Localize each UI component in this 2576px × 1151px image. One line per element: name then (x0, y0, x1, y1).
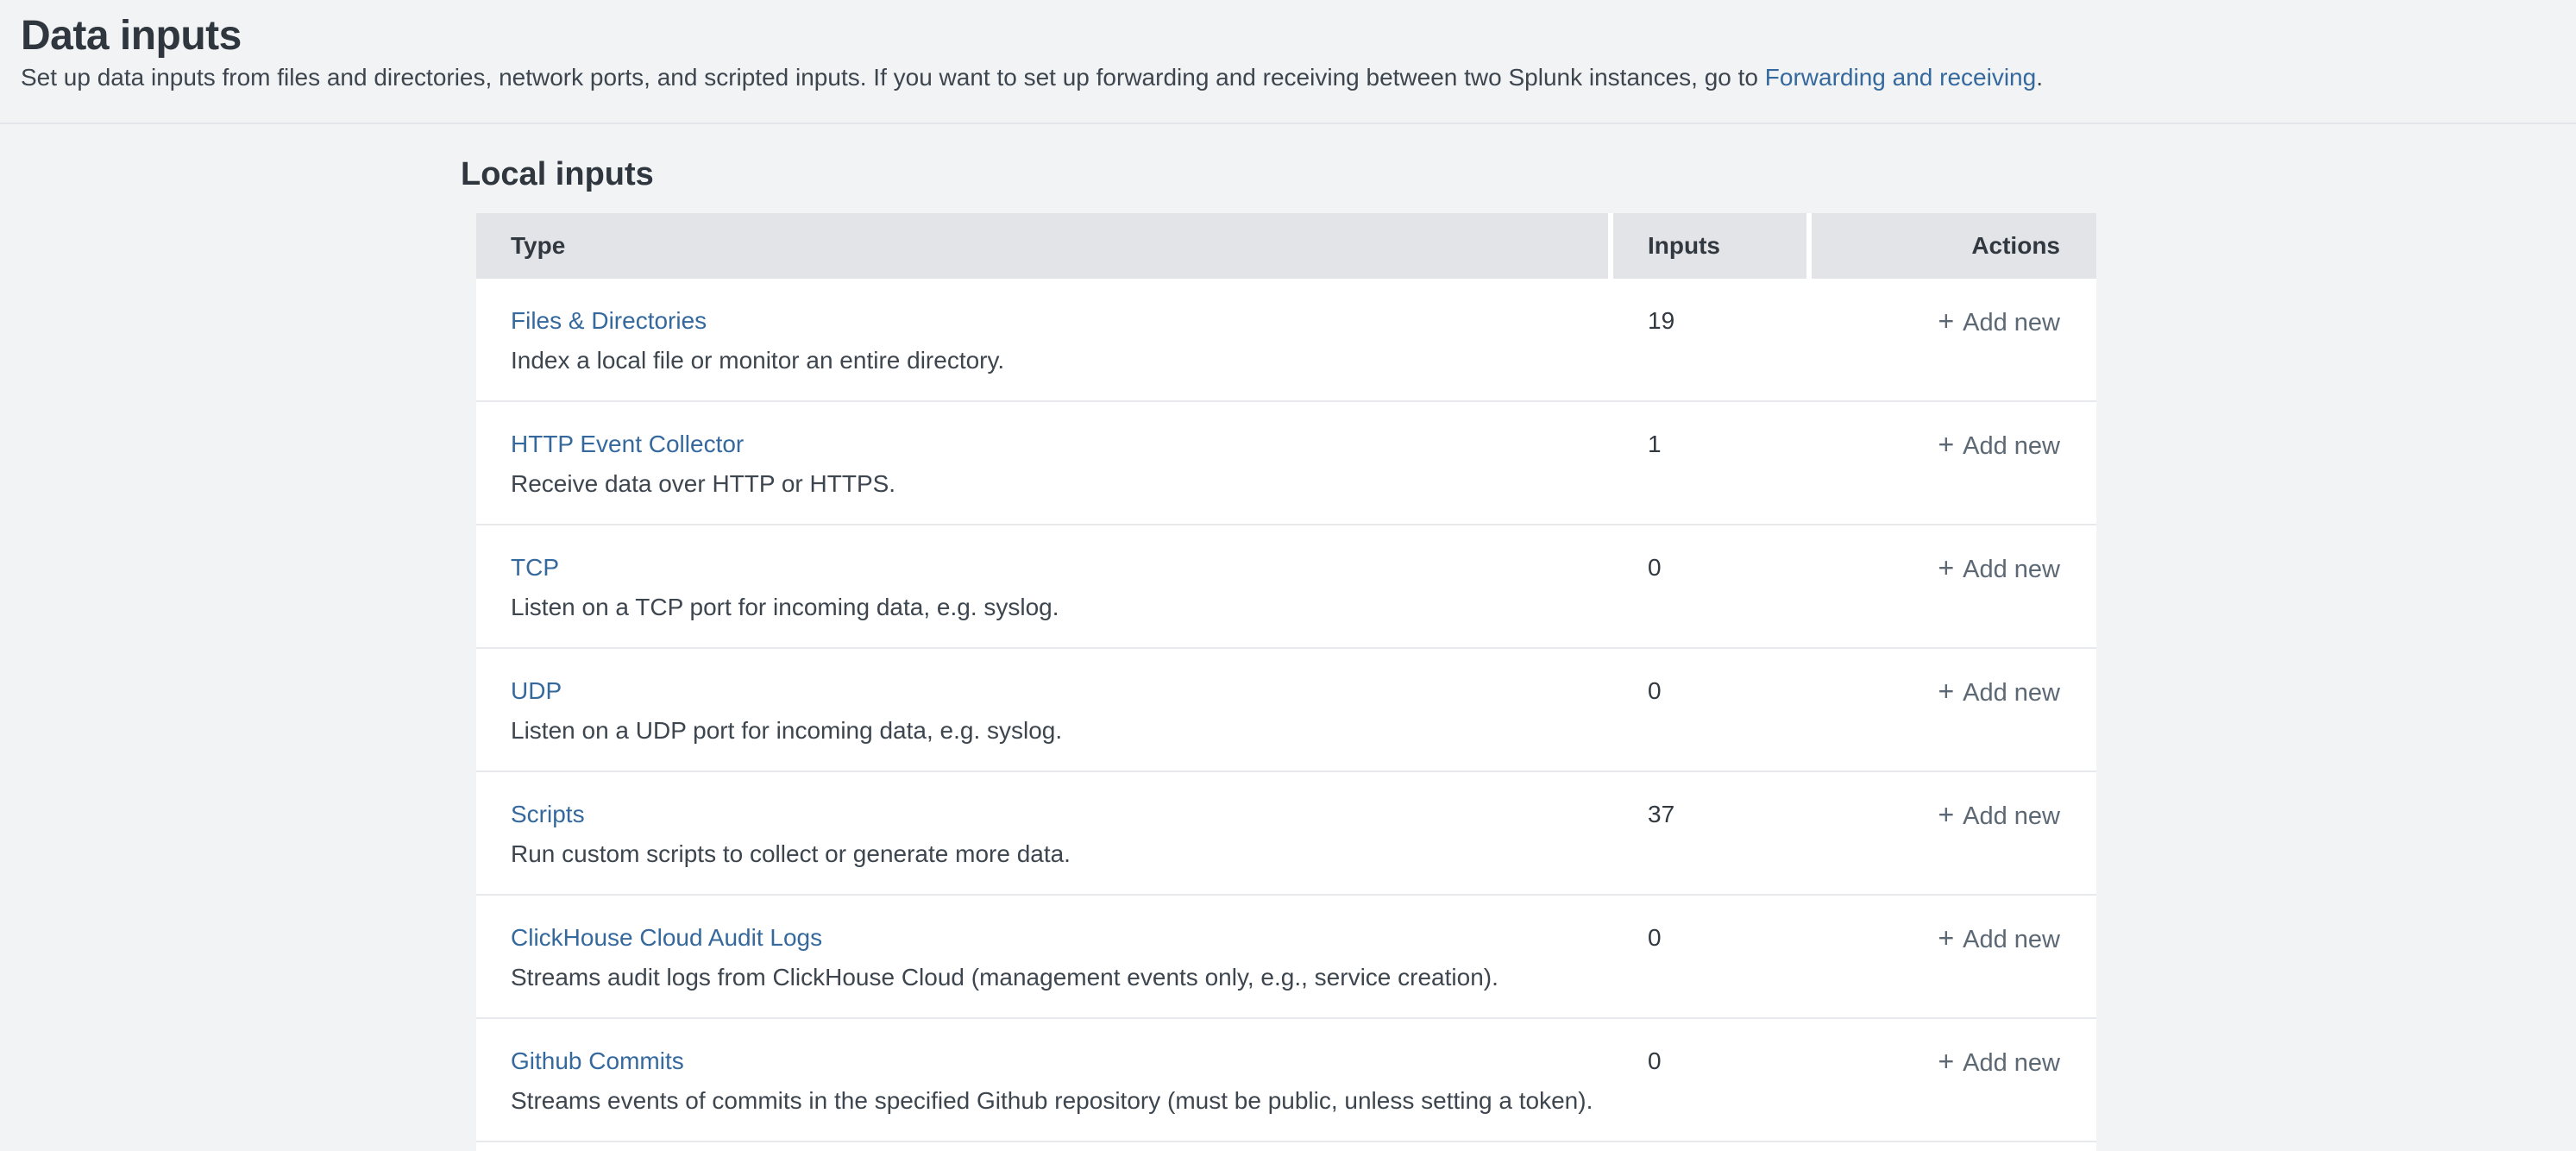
table-row: HTTP Event Collector Receive data over H… (476, 402, 2096, 525)
input-type-link[interactable]: Files & Directories (511, 307, 707, 335)
page-header: Data inputs Set up data inputs from file… (0, 0, 2576, 124)
input-type-link[interactable]: UDP (511, 677, 562, 705)
actions-cell: + Add new (1812, 431, 2096, 498)
actions-cell: + Add new (1812, 924, 2096, 991)
inputs-count: 0 (1648, 1047, 1662, 1074)
inputs-cell: 0 (1613, 554, 1812, 621)
column-header-type: Type (476, 213, 1608, 279)
actions-cell: + Add new (1812, 554, 2096, 621)
plus-icon: + (1938, 429, 1954, 460)
type-cell: UDP Listen on a UDP port for incoming da… (476, 677, 1613, 745)
plus-icon: + (1938, 922, 1954, 953)
add-new-link[interactable]: +Add new (1938, 309, 2060, 336)
add-new-link[interactable]: +Add new (1938, 926, 2060, 953)
type-cell: HTTP Event Collector Receive data over H… (476, 431, 1613, 498)
inputs-count: 0 (1648, 554, 1662, 581)
inputs-count: 0 (1648, 924, 1662, 951)
table-row-partial (476, 1142, 2096, 1151)
actions-cell: + Add new (1812, 307, 2096, 374)
type-cell: Scripts Run custom scripts to collect or… (476, 801, 1613, 868)
column-header-inputs: Inputs (1613, 213, 1806, 279)
actions-cell: + Add new (1812, 1047, 2096, 1115)
input-type-description: Listen on a UDP port for incoming data, … (511, 717, 1613, 745)
subtitle-period: . (2036, 64, 2043, 91)
plus-icon: + (1938, 676, 1954, 707)
local-inputs-section: Local inputs Type Inputs Actions Files &… (0, 124, 2576, 1151)
add-new-link[interactable]: + Add new (1938, 1049, 2060, 1077)
local-inputs-table: Type Inputs Actions Files & Directories … (476, 213, 2096, 1151)
inputs-cell: 37 (1613, 801, 1812, 868)
inputs-count: 0 (1648, 677, 1662, 704)
page-title: Data inputs (21, 12, 2550, 60)
actions-cell: + Add new (1812, 801, 2096, 868)
add-new-link[interactable]: +Add new (1938, 556, 2060, 583)
input-type-description: Receive data over HTTP or HTTPS. (511, 470, 1613, 498)
inputs-cell: 19 (1613, 307, 1812, 374)
add-new-label: Add new (1963, 926, 2060, 953)
table-header-row: Type Inputs Actions (476, 213, 2096, 279)
inputs-cell: 0 (1613, 924, 1812, 991)
table-row: Github Commits Streams events of commits… (476, 1019, 2096, 1142)
table-row: Files & Directories Index a local file o… (476, 279, 2096, 402)
add-new-label: Add new (1963, 1049, 2060, 1077)
input-type-link[interactable]: HTTP Event Collector (511, 431, 744, 458)
input-type-description: Streams audit logs from ClickHouse Cloud… (511, 964, 1613, 991)
table-row: Scripts Run custom scripts to collect or… (476, 772, 2096, 896)
column-header-actions: Actions (1812, 213, 2096, 279)
type-cell: Github Commits Streams events of commits… (476, 1047, 1613, 1115)
subtitle-text: Set up data inputs from files and direct… (21, 64, 1765, 91)
input-type-description: Listen on a TCP port for incoming data, … (511, 594, 1613, 621)
add-new-label: Add new (1963, 679, 2060, 707)
section-heading: Local inputs (461, 155, 2576, 193)
inputs-cell: 0 (1613, 1047, 1812, 1115)
inputs-count: 1 (1648, 431, 1662, 457)
forwarding-and-receiving-link[interactable]: Forwarding and receiving (1765, 64, 2036, 91)
input-type-description: Index a local file or monitor an entire … (511, 347, 1613, 374)
table-body: Files & Directories Index a local file o… (476, 279, 2096, 1142)
actions-cell: + Add new (1812, 677, 2096, 745)
add-new-link[interactable]: + Add new (1938, 802, 2060, 830)
add-new-link[interactable]: + Add new (1938, 679, 2060, 707)
page-subtitle: Set up data inputs from files and direct… (21, 62, 2550, 93)
inputs-count: 37 (1648, 801, 1674, 827)
table-row: UDP Listen on a UDP port for incoming da… (476, 649, 2096, 772)
type-cell: TCP Listen on a TCP port for incoming da… (476, 554, 1613, 621)
plus-icon: + (1938, 1046, 1954, 1077)
table-row: TCP Listen on a TCP port for incoming da… (476, 525, 2096, 649)
input-type-description: Run custom scripts to collect or generat… (511, 840, 1613, 868)
add-new-label: Add new (1963, 556, 2060, 583)
inputs-cell: 0 (1613, 677, 1812, 745)
add-new-link[interactable]: + Add new (1938, 432, 2060, 460)
add-new-label: Add new (1963, 309, 2060, 336)
input-type-link[interactable]: Scripts (511, 801, 585, 828)
input-type-link[interactable]: TCP (511, 554, 559, 582)
inputs-cell: 1 (1613, 431, 1812, 498)
input-type-description: Streams events of commits in the specifi… (511, 1087, 1613, 1115)
plus-icon: + (1938, 799, 1954, 830)
plus-icon: + (1938, 305, 1954, 336)
input-type-link[interactable]: Github Commits (511, 1047, 684, 1075)
add-new-label: Add new (1963, 432, 2060, 460)
input-type-link[interactable]: ClickHouse Cloud Audit Logs (511, 924, 822, 952)
type-cell: ClickHouse Cloud Audit Logs Streams audi… (476, 924, 1613, 991)
inputs-count: 19 (1648, 307, 1674, 334)
table-row: ClickHouse Cloud Audit Logs Streams audi… (476, 896, 2096, 1019)
type-cell: Files & Directories Index a local file o… (476, 307, 1613, 374)
plus-icon: + (1938, 552, 1954, 583)
add-new-label: Add new (1963, 802, 2060, 830)
